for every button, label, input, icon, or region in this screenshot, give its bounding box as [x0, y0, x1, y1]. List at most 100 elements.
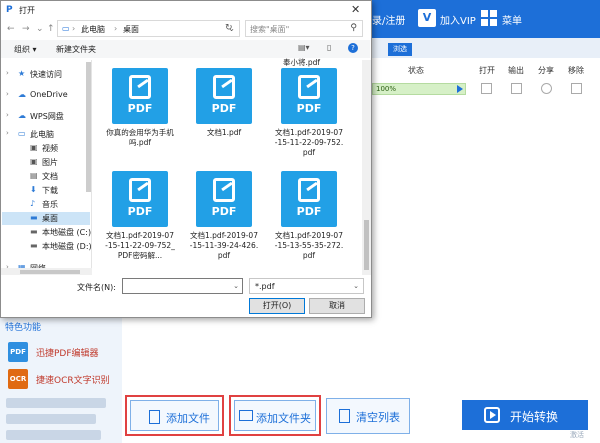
dialog-titlebar[interactable]: P 打开 ✕	[1, 1, 371, 19]
nav-item-label: 文档	[42, 172, 58, 181]
help-icon[interactable]: ?	[348, 43, 358, 53]
filetype-select[interactable]: *.pdf ⌄	[249, 278, 364, 294]
file-name: 你真的会用华为手机吗.pdf	[106, 128, 174, 147]
view-options-icon[interactable]: ▤▾	[298, 43, 310, 52]
add-file-label: 添加文件	[166, 412, 210, 425]
file-scroll-thumb[interactable]	[364, 220, 369, 270]
nav-item[interactable]: › ☁ WPS网盘	[2, 110, 90, 123]
nav-item[interactable]: › ☁ OneDrive	[2, 89, 90, 102]
file-item[interactable]: PDF 你真的会用华为手机吗.pdf	[97, 68, 174, 173]
pdf-editor-icon: PDF	[8, 342, 28, 362]
video-icon: ▣	[30, 143, 38, 152]
chevron-down-icon: ⌄	[353, 282, 359, 290]
feature-pdf-editor[interactable]: PDF 迅捷PDF编辑器	[6, 340, 116, 364]
output-icon[interactable]	[511, 83, 522, 94]
nav-item[interactable]: ▬ 本地磁盘 (C:)	[2, 226, 91, 239]
add-folder-label: 添加文件夹	[256, 412, 311, 425]
chevron-right-icon: ›	[114, 24, 118, 33]
feature-label: 迅捷PDF编辑器	[36, 349, 99, 359]
open-button[interactable]: 打开(O)	[249, 298, 305, 314]
file-item[interactable]: PDF 文档1.pdf-2019-07-15-13-55-35-272.pdf	[266, 171, 344, 276]
column-open: 打开	[479, 66, 495, 75]
nav-item-label: 音乐	[42, 200, 58, 209]
nav-horizontal-thumb[interactable]	[20, 270, 80, 274]
nav-item[interactable]: › ▭ 此电脑	[2, 128, 90, 141]
forward-arrow-icon[interactable]: →	[22, 24, 30, 34]
nav-item[interactable]: ▣ 图片	[2, 156, 90, 169]
feature-label: 捷速OCR文字识别	[36, 376, 110, 386]
nav-item[interactable]: ▬ 桌面	[2, 212, 90, 225]
pdf-file-icon: PDF	[196, 68, 252, 124]
preview-pane-icon[interactable]: ▯	[327, 43, 331, 52]
search-icon[interactable]: ⚲	[350, 23, 357, 33]
chevron-right-icon[interactable]: ›	[6, 90, 9, 98]
nav-item[interactable]: › ★ 快速访问	[2, 68, 90, 81]
search-input[interactable]: 搜索"桌面" ⚲	[245, 20, 363, 37]
login-register-link[interactable]: 录/注册	[372, 12, 405, 27]
cloud-icon: ☁	[18, 90, 26, 99]
address-bar[interactable]: ▭ › 此电脑 › 桌面 ⌄	[57, 20, 240, 37]
add-folder-button[interactable]: 添加文件夹	[229, 395, 321, 436]
pictures-icon: ▣	[30, 157, 38, 166]
nav-item[interactable]: ▤ 文档	[2, 170, 90, 183]
trash-icon[interactable]	[571, 83, 582, 94]
pdf-logo-mark	[129, 75, 151, 99]
feature-ocr[interactable]: OCR 捷速OCR文字识别	[6, 367, 116, 391]
pdf-logo-mark	[213, 75, 235, 99]
pdf-tile-text: PDF	[296, 102, 322, 115]
file-name-partial: 奉小将.pdf	[283, 58, 321, 67]
nav-item-label: OneDrive	[30, 90, 68, 99]
nav-item-label: 此电脑	[30, 130, 54, 139]
nav-item-label: WPS网盘	[30, 112, 64, 121]
filename-label: 文件名(N):	[77, 283, 116, 292]
share-icon[interactable]	[541, 83, 552, 94]
file-item[interactable]: PDF 文档1.pdf-2019-07-15-11-39-24-426.pdf	[181, 171, 259, 276]
start-convert-button[interactable]: 开始转换	[462, 400, 588, 430]
breadcrumb-desktop[interactable]: 桌面	[123, 24, 139, 35]
close-icon[interactable]: ✕	[351, 3, 360, 16]
vip-icon[interactable]: V	[418, 9, 436, 27]
refresh-icon[interactable]: ↻	[225, 23, 233, 33]
clear-icon	[339, 409, 350, 423]
nav-item-label: 视频	[42, 144, 58, 153]
clear-list-button[interactable]: 清空列表	[326, 398, 410, 434]
add-file-button[interactable]: 添加文件	[125, 395, 224, 436]
music-icon: ♪	[30, 199, 36, 208]
menu-icon[interactable]	[481, 10, 497, 26]
new-folder-button[interactable]: 新建文件夹	[56, 44, 96, 55]
cancel-button[interactable]: 取消	[309, 298, 365, 314]
nav-scrollbar[interactable]	[86, 62, 91, 192]
organize-button[interactable]: 组织 ▾	[14, 44, 37, 55]
pdf-file-icon: PDF	[112, 171, 168, 227]
file-name: 文档1.pdf-2019-07-15-11-22-09-752_PDF密码解..…	[105, 231, 175, 260]
up-arrow-icon[interactable]: ↑	[47, 24, 55, 34]
play-icon[interactable]	[457, 85, 463, 93]
column-output: 输出	[508, 66, 524, 75]
file-item[interactable]: PDF 文档1.pdf	[181, 68, 257, 173]
chevron-right-icon[interactable]: ›	[6, 69, 9, 77]
browse-button[interactable]: 浏选	[388, 43, 412, 56]
file-name: 文档1.pdf-2019-07-15-13-55-35-272.pdf	[274, 231, 344, 260]
nav-item[interactable]: ▬ 本地磁盘 (D:)	[2, 240, 92, 253]
folder-add-icon	[239, 410, 253, 421]
chevron-right-icon[interactable]: ›	[6, 129, 9, 137]
star-icon: ★	[18, 69, 26, 78]
filename-input[interactable]: ⌄	[122, 278, 243, 294]
pdf-logo-mark	[298, 178, 320, 202]
chevron-right-icon[interactable]: ›	[6, 111, 9, 119]
folder-icon[interactable]	[481, 83, 492, 94]
file-name: 文档1.pdf-2019-07-15-11-39-24-426.pdf	[189, 231, 259, 260]
nav-item[interactable]: ▣ 视频	[2, 142, 90, 155]
menu-label[interactable]: 菜单	[502, 12, 522, 27]
nav-item[interactable]: ⬇ 下载	[2, 184, 90, 197]
chevron-down-icon[interactable]: ⌄	[36, 24, 44, 34]
pdf-tile-text: PDF	[211, 205, 237, 218]
cloud-icon: ☁	[18, 111, 26, 120]
file-item[interactable]: PDF 文档1.pdf-2019-07-15-11-22-09-752.pdf	[266, 68, 343, 173]
back-arrow-icon[interactable]: ←	[7, 24, 15, 34]
chevron-down-icon[interactable]: ⌄	[233, 282, 239, 290]
file-item[interactable]: PDF 文档1.pdf-2019-07-15-11-22-09-752_PDF密码…	[97, 171, 175, 276]
join-vip-link[interactable]: 加入VIP	[440, 12, 476, 27]
nav-item[interactable]: ♪ 音乐	[2, 198, 90, 211]
breadcrumb-this-pc[interactable]: 此电脑	[81, 24, 105, 35]
